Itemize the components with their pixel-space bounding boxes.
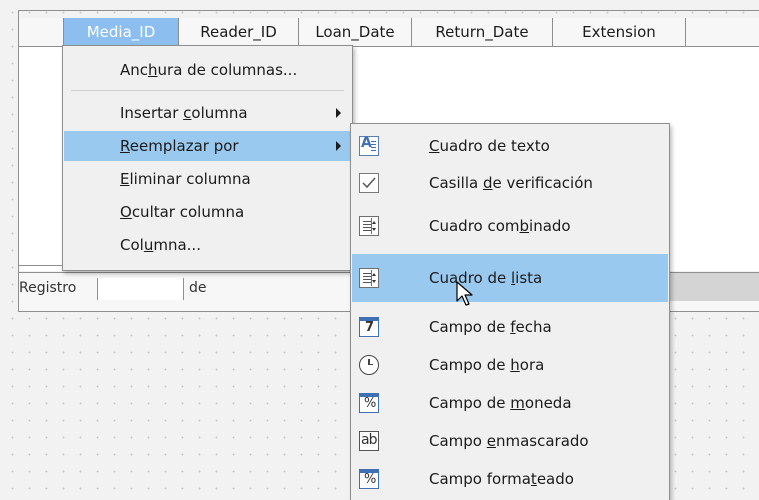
submenu-item-checkbox[interactable]: Casilla de verificación: [352, 164, 668, 201]
submenu-item-currency-field[interactable]: % Campo de moneda: [352, 384, 668, 421]
submenu-item-date-field[interactable]: 7 Campo de fecha: [352, 308, 668, 345]
menu-item-label: Eliminar columna: [120, 170, 251, 188]
submenu-item-label: Campo formateado: [429, 469, 574, 488]
menu-item-column-width[interactable]: Anchura de columnas...: [64, 55, 351, 85]
submenu-arrow-icon: [336, 141, 341, 151]
column-header-row: Media_ID Reader_ID Loan_Date Return_Date…: [18, 18, 759, 47]
masked-field-icon: ab: [359, 430, 379, 451]
currency-field-icon: %: [359, 392, 379, 413]
submenu-item-label: Campo enmascarado: [429, 431, 589, 450]
menu-item-insert-column[interactable]: Insertar columna: [64, 98, 351, 128]
submenu-item-combo-box[interactable]: Cuadro combinado: [352, 201, 668, 251]
column-header-media-id[interactable]: Media_ID: [64, 18, 179, 46]
text-box-icon: A: [359, 135, 379, 156]
menu-item-delete-column[interactable]: Eliminar columna: [64, 164, 351, 194]
time-field-icon: [359, 354, 379, 375]
submenu-item-text-box[interactable]: A Cuadro de texto: [352, 127, 668, 164]
menu-item-label: Insertar columna: [120, 104, 248, 122]
record-of-label: de: [189, 280, 207, 296]
list-box-icon: [359, 268, 379, 288]
submenu-item-label: Cuadro de lista: [429, 269, 543, 287]
column-context-menu: Anchura de columnas... Insertar columna …: [62, 45, 353, 271]
submenu-item-time-field[interactable]: Campo de hora: [352, 346, 668, 383]
replace-with-submenu: A Cuadro de texto Casilla de verificació…: [350, 123, 670, 500]
menu-item-column-properties[interactable]: Columna...: [64, 230, 351, 260]
menu-separator: [71, 90, 344, 91]
submenu-arrow-icon: [336, 108, 341, 118]
record-label: Registro: [19, 280, 77, 296]
menu-item-label: Reemplazar por: [120, 137, 239, 155]
column-header-extension[interactable]: Extension: [553, 18, 686, 46]
menu-item-label: Columna...: [120, 236, 201, 254]
submenu-item-label: Casilla de verificación: [429, 173, 593, 192]
formatted-field-icon: %: [359, 468, 379, 489]
row-divider: [19, 265, 63, 266]
mouse-pointer-icon: [456, 281, 473, 306]
submenu-item-label: Campo de hora: [429, 355, 545, 374]
column-header-reader-id[interactable]: Reader_ID: [179, 18, 299, 46]
submenu-item-list-box[interactable]: Cuadro de lista: [352, 254, 668, 302]
submenu-item-label: Cuadro de texto: [429, 136, 550, 155]
row-header-column[interactable]: [19, 47, 64, 267]
date-field-icon: 7: [359, 316, 379, 337]
record-number-input[interactable]: [97, 278, 184, 300]
menu-item-hide-column[interactable]: Ocultar columna: [64, 197, 351, 227]
combo-box-icon: [359, 216, 379, 236]
checkbox-icon: [359, 172, 379, 193]
corner-header-cell[interactable]: [19, 18, 64, 46]
submenu-item-label: Cuadro combinado: [429, 217, 571, 235]
submenu-item-masked-field[interactable]: ab Campo enmascarado: [352, 422, 668, 459]
submenu-item-label: Campo de fecha: [429, 317, 552, 336]
submenu-item-formatted-field[interactable]: % Campo formateado: [352, 460, 668, 497]
submenu-item-label: Campo de moneda: [429, 393, 572, 412]
menu-item-label: Ocultar columna: [120, 203, 245, 221]
menu-item-replace-with[interactable]: Reemplazar por: [64, 131, 351, 161]
menu-item-label: Anchura de columnas...: [120, 61, 298, 79]
column-header-loan-date[interactable]: Loan_Date: [299, 18, 412, 46]
column-header-return-date[interactable]: Return_Date: [412, 18, 553, 46]
